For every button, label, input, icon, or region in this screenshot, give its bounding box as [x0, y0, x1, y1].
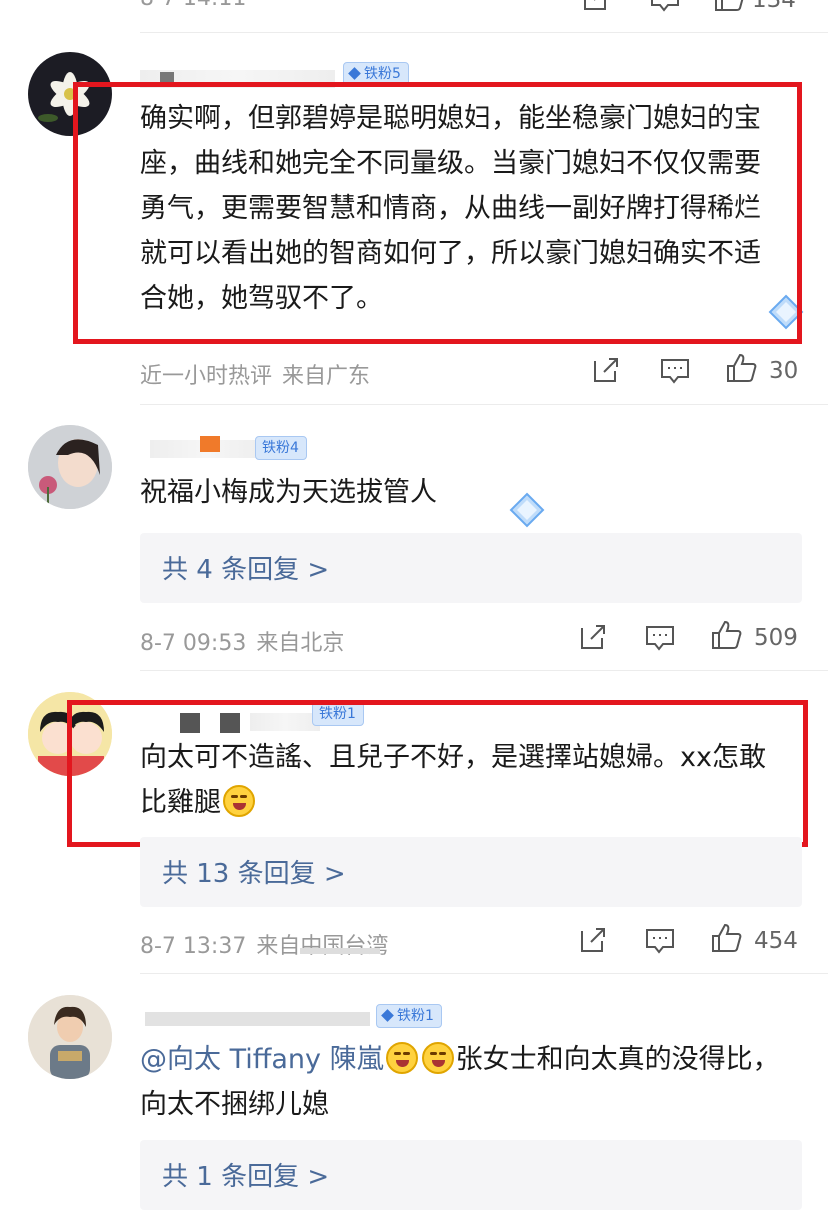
mention-link[interactable]: @向太 Tiffany 陳嵐: [140, 1044, 384, 1075]
fan-badge-label: 铁粉4: [262, 440, 299, 456]
fan-badge-label: 铁粉1: [397, 1008, 434, 1024]
highlight-box: [73, 82, 802, 344]
replies-link[interactable]: 共 13 条回复 >: [140, 837, 802, 907]
comment-location: 来自广东: [282, 364, 371, 389]
like-count: 509: [754, 625, 798, 651]
like-count: 30: [769, 358, 799, 384]
comment-location: 来自北京: [256, 631, 345, 656]
like-icon[interactable]: [726, 353, 758, 383]
comment-meta: 8-7 13:37 来自中国台湾: [140, 928, 388, 960]
comment-time: 8-7 13:37: [140, 934, 247, 959]
top-partial-meta: 8-7 14:11: [140, 0, 246, 11]
share-icon[interactable]: [579, 926, 607, 954]
like-count: 134: [752, 0, 796, 13]
highlight-box: [67, 700, 808, 847]
replies-label: 共 4 条回复 >: [162, 555, 330, 585]
share-icon[interactable]: [582, 0, 610, 12]
divider: [140, 404, 828, 405]
like-icon[interactable]: [714, 0, 746, 12]
comment-meta: 近一小时热评 来自广东: [140, 358, 370, 390]
replies-label: 共 1 条回复 >: [162, 1162, 330, 1192]
divider: [140, 973, 828, 974]
comment-icon[interactable]: [650, 0, 680, 12]
comment-icon[interactable]: [645, 928, 675, 954]
fan-badge-label: 铁粉5: [364, 66, 401, 82]
share-icon[interactable]: [592, 356, 620, 384]
share-icon[interactable]: [579, 623, 607, 651]
replies-link[interactable]: 共 4 条回复 >: [140, 533, 802, 603]
comment-location: 来自中国台湾: [256, 934, 389, 959]
comment-meta: 8-7 09:53 来自北京: [140, 625, 344, 657]
laugh-cry-emoji-icon: [385, 1042, 418, 1074]
username-obscured: [145, 1012, 370, 1026]
diamond-icon: [348, 67, 361, 80]
comment-time: 8-7 09:53: [140, 631, 247, 656]
fan-badge: 铁粉4: [255, 436, 307, 460]
top-partial-time: 8-7 14:11: [140, 0, 246, 11]
like-icon[interactable]: [711, 923, 743, 953]
like-icon[interactable]: [711, 620, 743, 650]
replies-link[interactable]: 共 1 条回复 >: [140, 1140, 802, 1210]
comment-text: @向太 Tiffany 陳嵐 张女士和向太真的没得比，向太不捆绑儿媳: [140, 1037, 800, 1127]
diamond-icon: [381, 1009, 394, 1022]
fan-badge: 铁粉1: [376, 1004, 442, 1028]
diamond-sticker-icon: [505, 490, 549, 534]
username-obscured: [200, 436, 220, 452]
comment-time: 近一小时热评: [140, 364, 273, 389]
comment-text: 祝福小梅成为天选拔管人: [140, 470, 788, 515]
avatar[interactable]: [28, 995, 112, 1079]
divider: [140, 32, 828, 33]
comment-icon[interactable]: [645, 625, 675, 651]
comment-text-body: 祝福小梅成为天选拔管人: [140, 477, 437, 508]
like-count: 454: [754, 928, 798, 954]
comment-icon[interactable]: [660, 358, 690, 384]
laugh-cry-emoji-icon: [421, 1042, 454, 1074]
divider: [140, 670, 828, 671]
avatar[interactable]: [28, 425, 112, 509]
location-obscured: [300, 948, 380, 954]
replies-label: 共 13 条回复 >: [162, 859, 346, 889]
